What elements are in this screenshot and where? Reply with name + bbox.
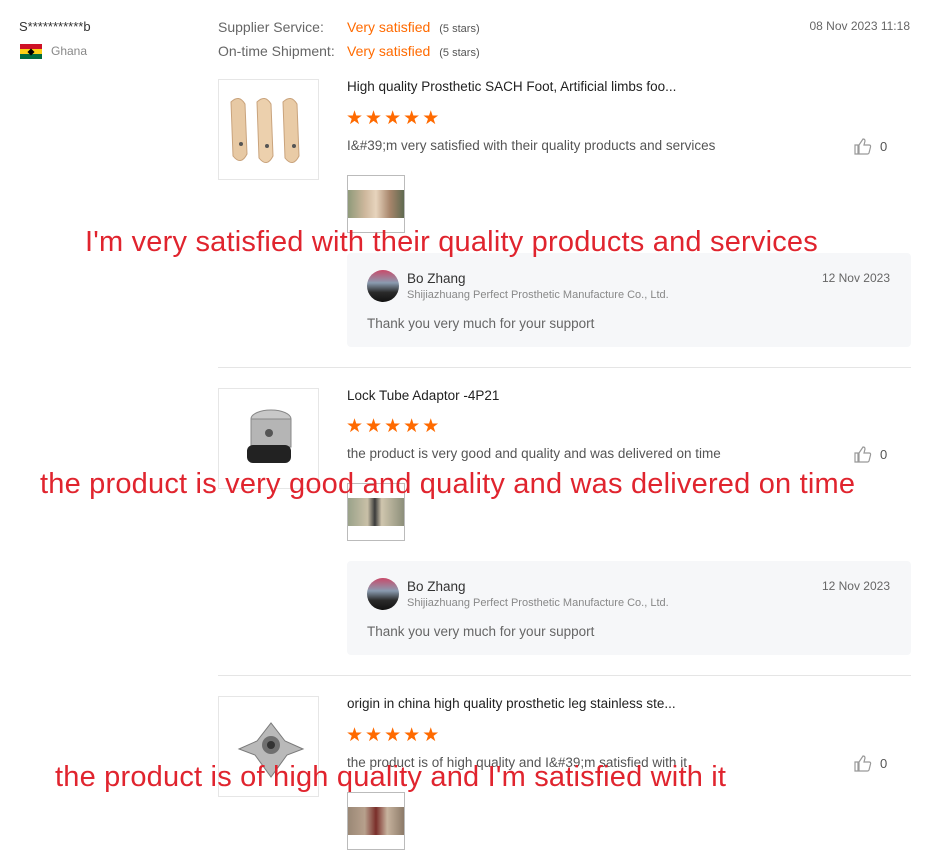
reply-text: Thank you very much for your support [367,624,595,639]
reply-company: Shijiazhuang Perfect Prosthetic Manufact… [407,597,669,609]
star-icon: ★ [365,416,383,437]
star-icon: ★ [403,725,421,746]
product-title[interactable]: origin in china high quality prosthetic … [347,696,676,711]
avatar [367,578,399,610]
star-icon: ★ [384,725,402,746]
reply-author: Bo Zhang [407,579,466,594]
product-title[interactable]: High quality Prosthetic SACH Foot, Artif… [347,79,676,94]
like-count: 0 [880,756,888,771]
product-star-rating: ★ ★ ★ ★ ★ [346,109,439,128]
like-button[interactable]: 0 [854,446,887,463]
rating-ontime-shipment: On-time Shipment: Very satisfied (5 star… [218,43,480,59]
overlay-caption: I'm very satisfied with their quality pr… [85,226,818,258]
review-date: 08 Nov 2023 11:18 [809,19,910,33]
supplier-reply: Bo Zhang Shijiazhuang Perfect Prosthetic… [347,561,911,655]
product-star-rating: ★ ★ ★ ★ ★ [346,726,439,745]
reply-author: Bo Zhang [407,271,466,286]
star-icon: ★ [365,725,383,746]
overlay-caption: the product is very good and quality and… [40,468,856,500]
star-icon: ★ [422,725,440,746]
review-text: the product is very good and quality and… [347,446,721,461]
rating-label: On-time Shipment: [218,43,335,59]
star-icon: ★ [365,108,383,129]
star-icon: ★ [384,416,402,437]
review-photo[interactable] [347,792,405,850]
rating-count: (5 stars) [439,47,480,59]
review-photo[interactable] [347,175,405,233]
ghana-flag-icon [20,44,42,59]
like-count: 0 [880,139,888,154]
thumbs-up-icon [854,138,872,155]
reply-company: Shijiazhuang Perfect Prosthetic Manufact… [407,289,669,301]
reviewer-name: S***********b [19,19,91,34]
like-button[interactable]: 0 [854,755,887,772]
divider [218,367,911,368]
like-button[interactable]: 0 [854,138,887,155]
star-icon: ★ [346,416,364,437]
divider [218,675,911,676]
rating-value: Very satisfied [347,43,431,59]
supplier-reply: Bo Zhang Shijiazhuang Perfect Prosthetic… [347,253,911,347]
star-icon: ★ [422,108,440,129]
thumbs-up-icon [854,755,872,772]
avatar [367,270,399,302]
rating-value: Very satisfied [347,19,431,35]
review-text: I&#39;m very satisfied with their qualit… [347,138,716,153]
rating-supplier-service: Supplier Service: Very satisfied (5 star… [218,19,480,35]
reply-date: 12 Nov 2023 [821,579,890,593]
reviewer-country: Ghana [51,44,88,58]
rating-count: (5 stars) [439,23,480,35]
reply-date: 12 Nov 2023 [821,271,890,285]
star-icon: ★ [422,416,440,437]
star-icon: ★ [403,108,421,129]
like-count: 0 [880,447,888,462]
product-star-rating: ★ ★ ★ ★ ★ [346,417,439,436]
reply-text: Thank you very much for your support [367,316,595,331]
star-icon: ★ [403,416,421,437]
star-icon: ★ [384,108,402,129]
rating-label: Supplier Service: [218,19,324,35]
product-title[interactable]: Lock Tube Adaptor -4P21 [347,388,499,403]
star-icon: ★ [346,108,364,129]
overlay-caption: the product is of high quality and I'm s… [55,761,727,793]
product-thumbnail[interactable] [218,79,319,180]
thumbs-up-icon [854,446,872,463]
star-icon: ★ [346,725,364,746]
